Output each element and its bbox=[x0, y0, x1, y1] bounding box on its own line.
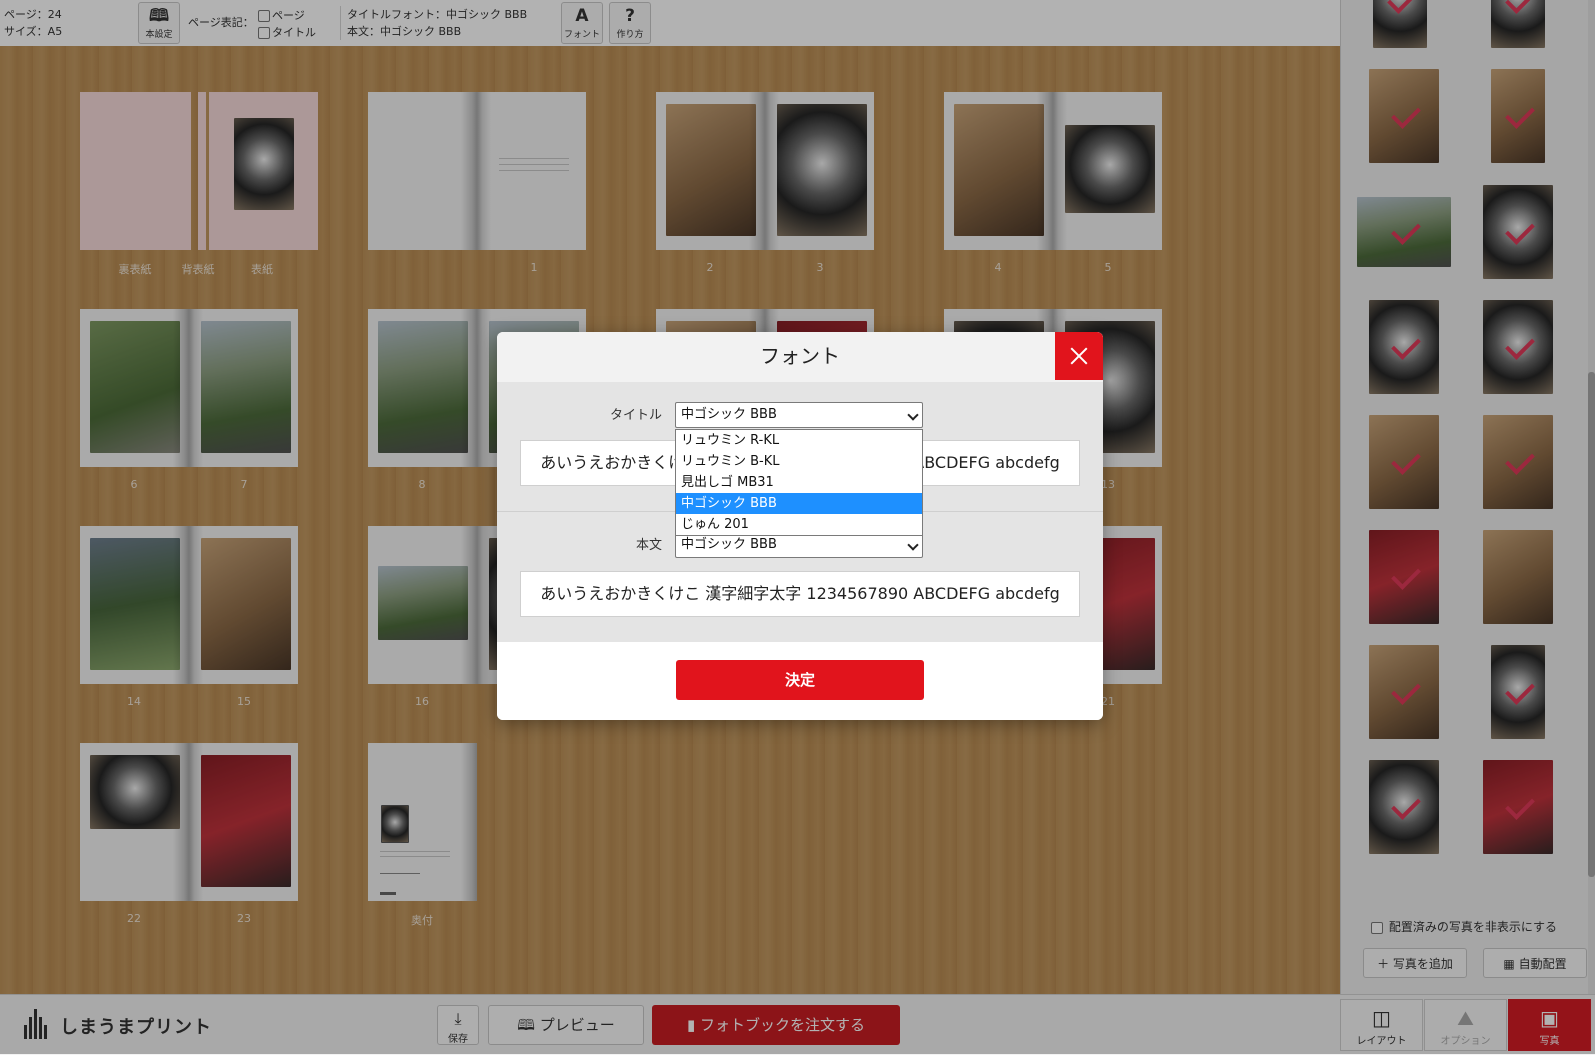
close-button[interactable] bbox=[1055, 332, 1103, 380]
font-option[interactable]: リュウミン R-KL bbox=[676, 430, 922, 451]
confirm-button[interactable]: 決定 bbox=[676, 660, 924, 700]
title-font-value: 中ゴシック BBB bbox=[681, 407, 777, 422]
dialog-header: フォント bbox=[497, 332, 1103, 383]
chevron-down-icon bbox=[907, 539, 919, 551]
body-font-label: 本文 bbox=[635, 538, 662, 553]
title-font-label: タイトル bbox=[609, 408, 662, 423]
chevron-down-icon bbox=[907, 409, 919, 421]
font-option[interactable]: リュウミン B-KL bbox=[676, 451, 922, 472]
title-font-dropdown[interactable]: リュウミン R-KL リュウミン B-KL 見出しゴ MB31 中ゴシック BBB じゅ… bbox=[675, 429, 923, 536]
font-option[interactable]: 見出しゴ MB31 bbox=[676, 472, 922, 493]
font-option[interactable]: 中ゴシック BBB bbox=[676, 493, 922, 514]
body-font-sample: あいうえおかきくけこ 漢字細字太字 1234567890 ABCDEFG abc… bbox=[520, 571, 1080, 617]
font-dialog: フォント タイトル 中ゴシック BBB あいうえおかきくけこ 漢字細字太字 12… bbox=[497, 332, 1103, 720]
dialog-title: フォント bbox=[760, 344, 840, 368]
body-font-value: 中ゴシック BBB bbox=[681, 537, 777, 552]
title-font-select[interactable]: 中ゴシック BBB bbox=[675, 402, 923, 428]
font-option[interactable]: じゅん 201 bbox=[676, 514, 922, 535]
